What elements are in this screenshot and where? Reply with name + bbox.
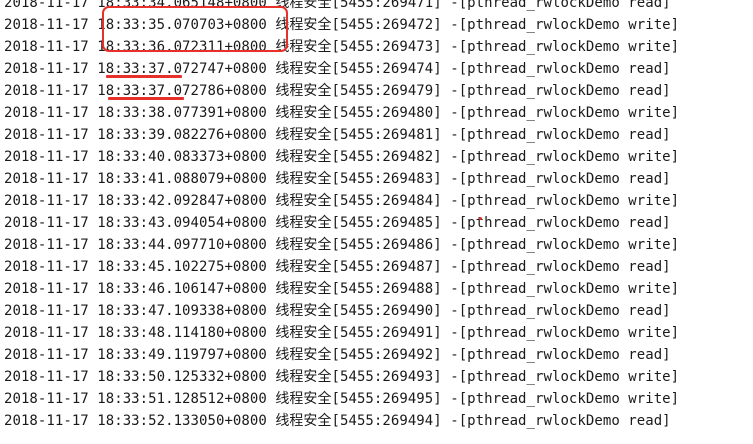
log-line: 2018-11-17 18:33:42.092847+0800 线程安全[545… [4, 193, 680, 209]
log-line: 2018-11-17 18:33:40.083373+0800 线程安全[545… [4, 149, 680, 165]
log-line: 2018-11-17 18:33:37.072747+0800 线程安全[545… [4, 61, 671, 77]
log-line: 2018-11-17 18:33:44.097710+0800 线程安全[545… [4, 237, 680, 253]
log-line: 2018-11-17 18:33:49.119797+0800 线程安全[545… [4, 347, 671, 363]
log-line: 2018-11-17 18:33:52.133050+0800 线程安全[545… [4, 413, 671, 429]
log-line: 2018-11-17 18:33:39.082276+0800 线程安全[545… [4, 127, 671, 143]
log-line: 2018-11-17 18:33:43.094054+0800 线程安全[545… [4, 215, 671, 231]
console-log-output: 2018-11-17 18:33:34.065148+0800 线程安全[545… [0, 0, 753, 444]
log-line: 2018-11-17 18:33:41.088079+0800 线程安全[545… [4, 171, 671, 187]
log-line: 2018-11-17 18:33:37.072786+0800 线程安全[545… [4, 83, 671, 99]
highlight-box-annotation [102, 6, 288, 52]
log-line: 2018-11-17 18:33:50.125332+0800 线程安全[545… [4, 369, 680, 385]
log-line: 2018-11-17 18:33:46.106147+0800 线程安全[545… [4, 281, 680, 297]
annotation-dot [479, 217, 482, 220]
log-line: 2018-11-17 18:33:47.109338+0800 线程安全[545… [4, 303, 671, 319]
underline-annotation [108, 97, 184, 100]
log-line: 2018-11-17 18:33:38.077391+0800 线程安全[545… [4, 105, 680, 121]
log-line: 2018-11-17 18:33:45.102275+0800 线程安全[545… [4, 259, 671, 275]
underline-annotation [106, 75, 182, 78]
log-line: 2018-11-17 18:33:51.128512+0800 线程安全[545… [4, 391, 680, 407]
log-line: 2018-11-17 18:33:48.114180+0800 线程安全[545… [4, 325, 680, 341]
